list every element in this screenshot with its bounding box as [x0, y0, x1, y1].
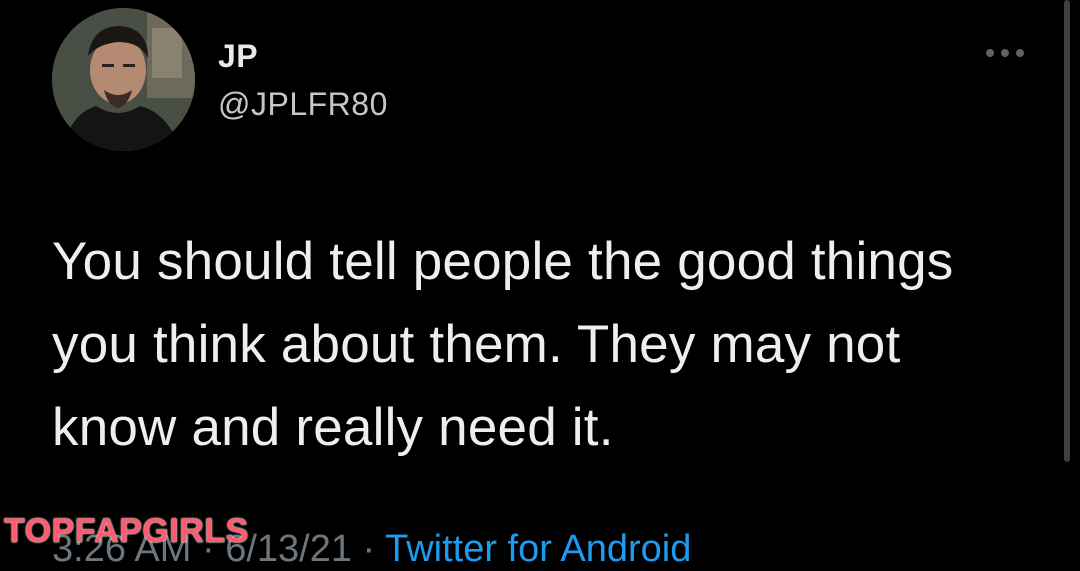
- watermark: TOPFAPGIRLS: [4, 512, 249, 550]
- scrollbar[interactable]: [1064, 0, 1072, 470]
- author-name[interactable]: JP: [218, 38, 258, 75]
- tweet-text-line: you think about them. They may not: [52, 315, 901, 374]
- more-horizontal-icon: [1016, 49, 1024, 57]
- tweet: JP @JPLFR80 You should tell people the g…: [0, 0, 1080, 570]
- tweet-text-line: You should tell people the good things: [52, 232, 954, 291]
- tweet-text: You should tell people the good things y…: [52, 220, 1042, 469]
- more-horizontal-icon: [986, 49, 994, 57]
- meta-separator: ·: [352, 528, 386, 570]
- tweet-text-line: know and really need it.: [52, 398, 614, 457]
- avatar-photo: [52, 8, 195, 151]
- more-horizontal-icon: [1001, 49, 1009, 57]
- more-options-button[interactable]: [980, 38, 1030, 68]
- scrollbar-thumb[interactable]: [1064, 0, 1070, 462]
- tweet-source-link[interactable]: Twitter for Android: [385, 528, 691, 570]
- author-handle[interactable]: @JPLFR80: [218, 86, 388, 123]
- avatar[interactable]: [52, 8, 195, 151]
